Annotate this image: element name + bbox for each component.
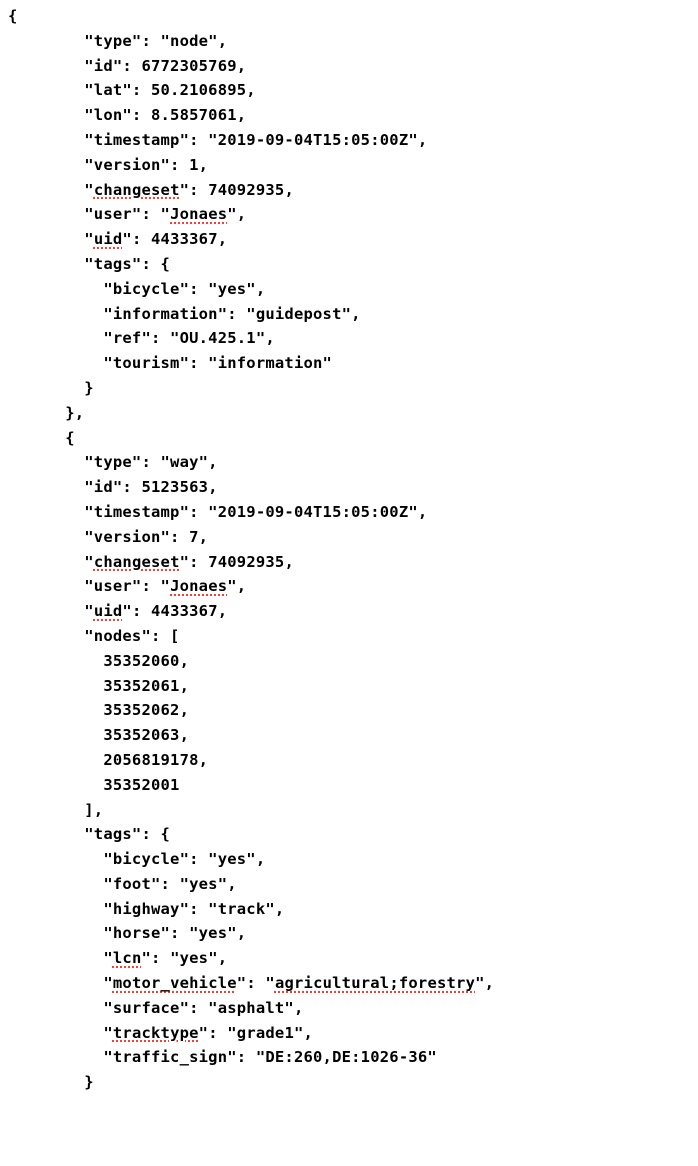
- code-line: ],: [8, 801, 103, 819]
- spellcheck-underline: Jonaes: [170, 205, 227, 223]
- code-line: "nodes": [: [8, 627, 180, 645]
- code-line: "tags": {: [8, 255, 170, 273]
- code-line: },: [8, 404, 84, 422]
- code-line: 35352063,: [8, 726, 189, 744]
- code-line: 35352062,: [8, 701, 189, 719]
- code-line: "traffic_sign": "DE:260,DE:1026-36": [8, 1048, 437, 1066]
- code-line: "changeset": 74092935,: [8, 553, 294, 571]
- spellcheck-underline: agricultural;forestry: [275, 974, 475, 992]
- code-line: "lon": 8.5857061,: [8, 106, 246, 124]
- code-line: "changeset": 74092935,: [8, 181, 294, 199]
- code-line: "timestamp": "2019-09-04T15:05:00Z",: [8, 503, 427, 521]
- code-line: "foot": "yes",: [8, 875, 237, 893]
- code-line: "timestamp": "2019-09-04T15:05:00Z",: [8, 131, 427, 149]
- code-line: "type": "node",: [8, 32, 227, 50]
- json-code-block: { "type": "node", "id": 6772305769, "lat…: [0, 0, 698, 1095]
- code-line: 2056819178,: [8, 751, 208, 769]
- code-line: "horse": "yes",: [8, 924, 246, 942]
- code-line: {: [8, 429, 75, 447]
- code-line: }: [8, 379, 94, 397]
- code-line: "user": "Jonaes",: [8, 577, 246, 595]
- code-line: "tourism": "information": [8, 354, 332, 372]
- code-line: "bicycle": "yes",: [8, 850, 265, 868]
- code-line: "type": "way",: [8, 453, 218, 471]
- code-line: "lat": 50.2106895,: [8, 81, 256, 99]
- spellcheck-underline: uid: [94, 602, 123, 620]
- code-line: "lcn": "yes",: [8, 949, 227, 967]
- code-line: "tracktype": "grade1",: [8, 1024, 313, 1042]
- code-line: "bicycle": "yes",: [8, 280, 265, 298]
- spellcheck-underline: uid: [94, 230, 123, 248]
- code-line: "user": "Jonaes",: [8, 205, 246, 223]
- code-line: "version": 1,: [8, 156, 208, 174]
- code-line: "uid": 4433367,: [8, 230, 227, 248]
- spellcheck-underline: motor_vehicle: [113, 974, 237, 992]
- code-line: "motor_vehicle": "agricultural;forestry"…: [8, 974, 494, 992]
- code-line: "ref": "OU.425.1",: [8, 329, 275, 347]
- code-line: "version": 7,: [8, 528, 208, 546]
- code-line: "tags": {: [8, 825, 170, 843]
- code-line: {: [8, 7, 18, 25]
- code-line: "information": "guidepost",: [8, 305, 361, 323]
- code-line: "uid": 4433367,: [8, 602, 227, 620]
- spellcheck-underline: tracktype: [113, 1024, 199, 1042]
- spellcheck-underline: lcn: [113, 949, 142, 967]
- code-line: }: [8, 1073, 94, 1091]
- spellcheck-underline: Jonaes: [170, 577, 227, 595]
- spellcheck-underline: changeset: [94, 553, 180, 571]
- code-line: "highway": "track",: [8, 900, 284, 918]
- code-line: "surface": "asphalt",: [8, 999, 304, 1017]
- code-line: "id": 5123563,: [8, 478, 218, 496]
- code-line: 35352001: [8, 776, 180, 794]
- spellcheck-underline: changeset: [94, 181, 180, 199]
- code-line: 35352061,: [8, 677, 189, 695]
- code-line: "id": 6772305769,: [8, 57, 246, 75]
- code-line: 35352060,: [8, 652, 189, 670]
